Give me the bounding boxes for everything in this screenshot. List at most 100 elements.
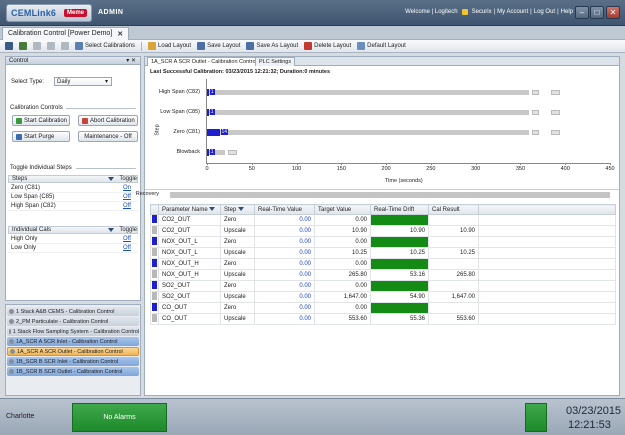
bar-end-marker bbox=[551, 130, 561, 135]
cell-cal-result bbox=[428, 280, 479, 292]
nav-item[interactable]: 1A_SCR A SCR Inlet - Calibration Control bbox=[7, 337, 139, 346]
start-calibration-button[interactable]: Start Calibration bbox=[12, 115, 70, 126]
alarms-button[interactable]: No Alarms bbox=[72, 403, 167, 432]
filter-icon[interactable] bbox=[209, 206, 216, 211]
table-row[interactable]: SO2_OUT Upscale 0.00 1,647.00 54.90 1,647.00 bbox=[150, 291, 616, 303]
filler-cell bbox=[478, 247, 616, 259]
area-label: ADMIN bbox=[98, 9, 124, 16]
x-tick-label: 150 bbox=[336, 166, 346, 172]
default-layout-button[interactable]: Default Layout bbox=[357, 42, 406, 50]
select-type-dropdown[interactable]: Daily ▾ bbox=[54, 77, 112, 86]
col-cal-result[interactable]: Cal Result bbox=[428, 204, 479, 215]
folder-icon bbox=[148, 42, 157, 50]
filler-cell bbox=[478, 225, 616, 237]
row-marker bbox=[150, 291, 159, 303]
control-panel-header: Control ▾ ✕ bbox=[6, 57, 140, 65]
logo-badge: Meme bbox=[63, 9, 87, 17]
table-row[interactable]: CO_OUT Zero 0.00 0.00 0.00 bbox=[150, 302, 616, 314]
my-account-link[interactable]: My Account bbox=[497, 9, 528, 15]
divider bbox=[141, 41, 143, 51]
abort-calibration-button[interactable]: Abort Calibration bbox=[78, 115, 138, 126]
filler-cell bbox=[478, 291, 616, 303]
bar-total bbox=[207, 90, 530, 95]
filler-cell bbox=[478, 313, 616, 325]
toggle-link[interactable]: Off bbox=[123, 236, 131, 242]
cell-cal-result bbox=[428, 258, 479, 270]
col-real-time-value[interactable]: Real-Time Value bbox=[254, 204, 315, 215]
tab-plc-settings[interactable]: PLC Settings bbox=[255, 57, 296, 66]
nav-item[interactable]: 2_PM Particulate - Calibration Control bbox=[7, 317, 139, 326]
toggle-steps-label: Toggle Individual Steps bbox=[10, 165, 72, 171]
calibration-controls-label: Calibration Controls bbox=[10, 105, 63, 111]
table-row[interactable]: CO2_OUT Upscale 0.00 10.90 10.90 10.90 bbox=[150, 225, 616, 237]
col-target-value[interactable]: Target Value bbox=[314, 204, 371, 215]
x-axis bbox=[206, 163, 610, 164]
log-out-link[interactable]: Log Out bbox=[534, 9, 555, 15]
status-indicator[interactable] bbox=[525, 403, 547, 432]
grid-icon[interactable] bbox=[5, 42, 13, 50]
select-calibrations-button[interactable]: Select Calibrations bbox=[75, 42, 135, 50]
filter-icon[interactable] bbox=[238, 206, 245, 211]
cell-parameter: NOX_OUT_L bbox=[158, 236, 221, 248]
start-purge-button[interactable]: Start Purge bbox=[12, 131, 70, 142]
x-tick bbox=[475, 163, 477, 165]
help-link[interactable]: Help bbox=[561, 9, 573, 15]
cell-step: Upscale bbox=[220, 225, 255, 237]
pin-icon[interactable]: ▾ ✕ bbox=[126, 57, 136, 65]
filler-cell bbox=[478, 269, 616, 281]
col-real-time-drift[interactable]: Real-Time Drift bbox=[370, 204, 429, 215]
table-row[interactable]: NOX_OUT_H Zero 0.00 0.00 0.00 bbox=[150, 258, 616, 270]
nav-item-active[interactable]: 1A_SCR A SCR Outlet - Calibration Contro… bbox=[7, 347, 139, 356]
nav-item[interactable]: 1 Stack Flow Sampling System - Calibrati… bbox=[7, 327, 139, 336]
select-type-label: Select Type: bbox=[11, 79, 44, 85]
security-link[interactable]: Securix bbox=[472, 9, 492, 15]
col-parameter-name[interactable]: Parameter Name bbox=[158, 204, 221, 215]
table-row[interactable]: NOX_OUT_H Upscale 0.00 265.80 53.16 265.80 bbox=[150, 269, 616, 281]
row-marker-swatch bbox=[152, 215, 157, 223]
x-tick-label: 450 bbox=[605, 166, 615, 172]
close-window-icon[interactable]: ✕ bbox=[606, 6, 620, 19]
tab-title: Calibration Control [Power Demo] bbox=[8, 30, 113, 37]
save-as-layout-button[interactable]: Save As Layout bbox=[246, 42, 298, 50]
y-tick-label: Low Span (C85) bbox=[160, 109, 200, 115]
cell-step: Upscale bbox=[220, 247, 255, 259]
table-row[interactable]: SO2_OUT Zero 0.00 0.00 0.00 bbox=[150, 280, 616, 292]
cell-parameter: NOX_OUT_H bbox=[158, 258, 221, 270]
maintenance-button[interactable]: Maintenance - Off bbox=[78, 131, 138, 142]
close-tab-icon[interactable]: ✕ bbox=[117, 30, 123, 38]
row-marker-swatch bbox=[152, 237, 157, 245]
toggle-link[interactable]: Off bbox=[123, 203, 131, 209]
cell-parameter: NOX_OUT_H bbox=[158, 269, 221, 281]
maximize-icon[interactable]: □ bbox=[590, 6, 604, 19]
table-header-row: Parameter Name Step Real-Time Value Targ… bbox=[150, 204, 616, 215]
cell-step: Zero bbox=[220, 302, 255, 314]
bar-end-marker bbox=[532, 110, 540, 115]
nav-item[interactable]: 1B_SCR B SCR Inlet - Calibration Control bbox=[7, 357, 139, 366]
cell-real-time-drift: 0.00 bbox=[370, 302, 429, 314]
x-tick-label: 400 bbox=[560, 166, 570, 172]
save-layout-button[interactable]: Save Layout bbox=[197, 42, 240, 50]
delete-layout-button[interactable]: Delete Layout bbox=[304, 42, 351, 50]
table-row[interactable]: NOX_OUT_L Zero 0.00 0.00 0.00 bbox=[150, 236, 616, 248]
table-row[interactable]: CO2_OUT Zero 0.00 0.00 0.00 bbox=[150, 214, 616, 226]
bar-total bbox=[207, 130, 530, 135]
toggle-link[interactable]: Off bbox=[123, 245, 131, 251]
user-icon[interactable] bbox=[19, 42, 27, 50]
filler-col bbox=[478, 204, 616, 215]
row-marker bbox=[150, 258, 159, 270]
welcome-link[interactable]: Welcome | Logitech bbox=[405, 9, 457, 15]
cell-real-time-value: 0.00 bbox=[254, 313, 315, 325]
table-row[interactable]: CO_OUT Upscale 0.00 553.60 55.36 553.60 bbox=[150, 313, 616, 325]
tab-calibration-outlet[interactable]: 1A_SCR A SCR Outlet - Calibration Contro… bbox=[147, 57, 261, 66]
nav-item[interactable]: 1 Stack A&B CEMS - Calibration Control bbox=[7, 307, 139, 316]
cell-step: Zero bbox=[220, 280, 255, 292]
status-bar: Charlotte No Alarms 03/23/2015 12:21:53 bbox=[0, 398, 625, 435]
nav-item[interactable]: 1B_SCR B SCR Outlet - Calibration Contro… bbox=[7, 367, 139, 376]
table-row[interactable]: NOX_OUT_L Upscale 0.00 10.25 10.25 10.25 bbox=[150, 247, 616, 259]
tab-calibration-control[interactable]: Calibration Control [Power Demo] ✕ bbox=[2, 27, 130, 40]
minimize-icon[interactable]: – bbox=[575, 6, 589, 19]
cell-step: Upscale bbox=[220, 313, 255, 325]
load-layout-button[interactable]: Load Layout bbox=[148, 42, 191, 50]
list-item: Low Only Off bbox=[8, 244, 138, 253]
col-step[interactable]: Step bbox=[220, 204, 255, 215]
